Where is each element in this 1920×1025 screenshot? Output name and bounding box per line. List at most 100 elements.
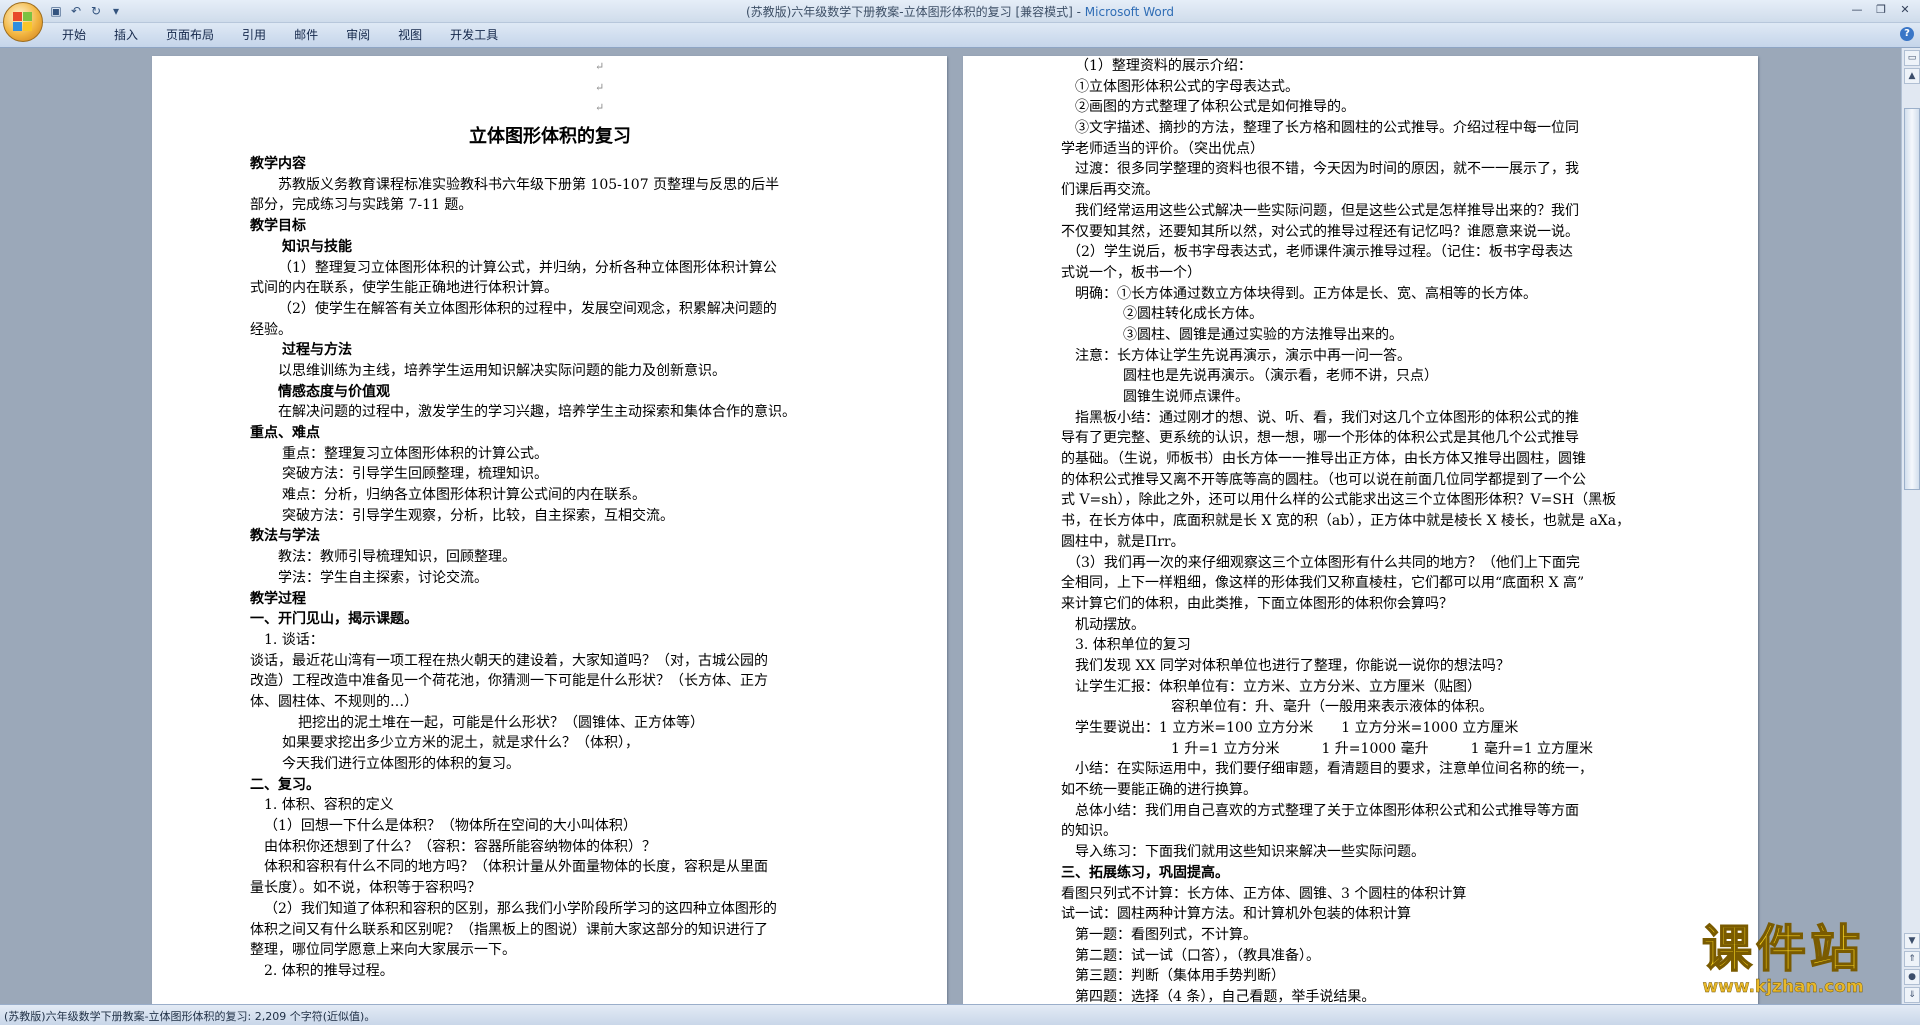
text-line: 知识与技能 bbox=[282, 238, 352, 255]
tab-page-layout[interactable]: 页面布局 bbox=[152, 27, 228, 43]
text-line: 情感态度与价值观 bbox=[278, 383, 390, 400]
minimize-icon[interactable]: — bbox=[1846, 1, 1868, 19]
text-line: 教法与学法 bbox=[250, 528, 320, 545]
next-page-icon[interactable]: ⇓ bbox=[1904, 987, 1920, 1003]
text-line: 苏教版义务教育课程标准实验教科书六年级下册第 105-107 页整理与反思的后半 bbox=[278, 176, 780, 193]
text-line: 指黑板小结：通过刚才的想、说、听、看，我们对这几个立体图形的体积公式的推 bbox=[1075, 409, 1579, 426]
text-line: ②画图的方式整理了体积公式是如何推导的。 bbox=[1075, 99, 1355, 116]
text-line: 改造）工程改造中准备见一个荷花池，你猜测一下可能是什么形状？（长方体、正方 bbox=[250, 673, 768, 690]
close-icon[interactable]: ✕ bbox=[1894, 1, 1916, 19]
tab-review[interactable]: 审阅 bbox=[332, 27, 384, 43]
tab-insert[interactable]: 插入 bbox=[100, 27, 152, 43]
maximize-icon[interactable]: ❐ bbox=[1870, 1, 1892, 19]
office-button[interactable] bbox=[3, 2, 43, 42]
watermark-logo: 课件站 www.kjzhan.com bbox=[1668, 920, 1898, 1001]
text-line: （1）整理资料的展示介绍： bbox=[1075, 58, 1252, 74]
scroll-down-icon[interactable]: ▼ bbox=[1904, 933, 1920, 949]
text-line: （3）我们再一次的来仔细观察这三个立体图形有什么共同的地方？（他们上下面完 bbox=[1067, 554, 1580, 571]
document-page-right: （1）整理资料的展示介绍： ①立体图形体积公式的字母表达式。 ②画图的方式整理了… bbox=[963, 56, 1758, 1005]
text-line: ③文字描述、摘抄的方法，整理了长方格和圆柱的公式推导。介绍过程中每一位同 bbox=[1075, 120, 1579, 137]
text-line: 圆柱也是先说再演示。（演示看，老师不讲，只点） bbox=[1123, 368, 1438, 385]
text-line: 学老师适当的评价。（突出优点） bbox=[1061, 140, 1264, 157]
text-line: 我们经常运用这些公式解决一些实际问题，但是这些公式是怎样推导出来的？我们 bbox=[1075, 202, 1579, 219]
text-line: 二、复习。 bbox=[250, 776, 320, 793]
help-icon[interactable]: ? bbox=[1900, 27, 1914, 41]
text-line: 部分，完成练习与实践第 7-11 题。 bbox=[250, 197, 473, 214]
text-line: 注意：长方体让学生先说再演示，演示中再一问一答。 bbox=[1075, 347, 1411, 364]
scrollbar-thumb[interactable] bbox=[1904, 108, 1920, 490]
text-line: 学法：学生自主探索，讨论交流。 bbox=[278, 569, 488, 586]
text-line: 1 升=1 立方分米 1 升=1000 毫升 1 毫升=1 立方厘米 bbox=[1171, 740, 1594, 757]
ruler-toggle-icon[interactable]: ▭ bbox=[1904, 50, 1920, 66]
text-line: 以思维训练为主线，培养学生运用知识解决实际问题的能力及创新意识。 bbox=[278, 362, 726, 379]
text-line: 容积单位有：升、毫升（一般用来表示液体的体积。 bbox=[1171, 699, 1493, 716]
status-bar: (苏教版)六年级数学下册教案-立体图形体积的复习: 2,209 个字符(近似值)… bbox=[0, 1004, 1920, 1025]
text-line: 导有了更完整、更系统的认识，想一想，哪一个形体的体积公式是其他几个公式推导 bbox=[1061, 430, 1579, 447]
text-line: 今天我们进行立体图形的体积的复习。 bbox=[282, 756, 520, 772]
text-line: （2）使学生在解答有关立体图形体积的过程中，发展空间观念，积累解决问题的 bbox=[278, 300, 777, 317]
text-line: 学生要说出：1 立方米=100 立方分米 1 立方分米=1000 立方厘米 bbox=[1075, 720, 1519, 736]
document-heading: 立体图形体积的复习 bbox=[469, 126, 631, 148]
ribbon-tab-bar: 开始 插入 页面布局 引用 邮件 审阅 视图 开发工具 ? bbox=[0, 23, 1920, 48]
window-controls: — ❐ ✕ bbox=[1846, 1, 1916, 19]
text-line: （1）回想一下什么是体积？（物体所在空间的大小叫体积） bbox=[264, 818, 637, 835]
text-line: 突破方法：引导学生回顾整理，梳理知识。 bbox=[282, 466, 548, 483]
vertical-scrollbar[interactable]: ▭ ▲ ▼ ⇑ ● ⇓ bbox=[1901, 48, 1920, 1005]
text-line: 第二题：试一试（口答），（教具准备）。 bbox=[1075, 947, 1320, 964]
text-line: 小结：在实际运用中，我们要仔细审题，看清题目的要求，注意单位间名称的统一， bbox=[1075, 761, 1593, 778]
window-title: (苏教版)六年级数学下册教案-立体图形体积的复习 [兼容模式] - Micros… bbox=[0, 3, 1920, 20]
text-line: 教法：教师引导梳理知识，回顾整理。 bbox=[278, 549, 516, 566]
text-line: 式 V=sh），除此之外，还可以用什么样的公式能求出这三个立体图形体积？V=SH… bbox=[1061, 492, 1617, 509]
text-line: 谈话，最近花山湾有一项工程在热火朝天的建设着，大家知道吗？（对，古城公园的 bbox=[250, 652, 768, 669]
watermark-url: www.kjzhan.com bbox=[1702, 977, 1864, 997]
text-line: 的基础。（生说，师板书）由长方体一一推导出正方体，由长方体又推导出圆柱，圆锥 bbox=[1061, 451, 1586, 468]
text-line: 第一题：看图列式，不计算。 bbox=[1075, 926, 1257, 943]
document-page-left: ↵ ↵ ↵ 立体图形体积的复习 教学内容 苏教版义务教育课程标准实验教科书六年级… bbox=[152, 56, 947, 1005]
office-logo-icon bbox=[13, 12, 33, 32]
text-line: 重点、难点 bbox=[250, 425, 320, 441]
tab-home[interactable]: 开始 bbox=[48, 27, 100, 43]
text-line: 3. 体积单位的复习 bbox=[1075, 637, 1191, 654]
tab-view[interactable]: 视图 bbox=[384, 27, 436, 43]
text-line: 如果要求挖出多少立方米的泥土，就是求什么？（体积）， bbox=[282, 735, 639, 752]
status-text: (苏教版)六年级数学下册教案-立体图形体积的复习: 2,209 个字符(近似值)… bbox=[4, 1010, 376, 1023]
text-line: 的知识。 bbox=[1061, 823, 1117, 840]
text-line: 的体积公式推导又离不开等底等高的圆柱。（也可以说在前面几位同学都提到了一个公 bbox=[1061, 471, 1586, 488]
text-line: 如不统一要能正确的进行换算。 bbox=[1061, 782, 1257, 799]
text-line: 整理，哪位同学愿意上来向大家展示一下。 bbox=[250, 942, 516, 959]
page-content-left: ↵ ↵ ↵ 立体图形体积的复习 教学内容 苏教版义务教育课程标准实验教科书六年级… bbox=[250, 56, 850, 982]
previous-page-icon[interactable]: ⇑ bbox=[1904, 951, 1920, 967]
text-line: 体积和容积有什么不同的地方吗？（体积计量从外面量物体的长度，容积是从里面 bbox=[264, 859, 768, 876]
text-line: 由体积你还想到了什么？（容积：容器所能容纳物体的体积）？ bbox=[264, 838, 656, 855]
text-line: 第四题：选择（4 条），自己看题，举手说结果。 bbox=[1075, 988, 1376, 1005]
select-browse-object-icon[interactable]: ● bbox=[1904, 969, 1920, 985]
text-line: 来计算它们的体积，由此类推，下面立体图形的体积你会算吗？ bbox=[1061, 595, 1453, 612]
text-line: 总体小结：我们用自己喜欢的方式整理了关于立体图形体积公式和公式推导等方面 bbox=[1075, 802, 1579, 819]
scroll-up-icon[interactable]: ▲ bbox=[1904, 68, 1920, 84]
text-line: 体积之间又有什么联系和区别呢？（指黑板上的图说）课前大家这部分的知识进行了 bbox=[250, 921, 768, 938]
text-line: 体、圆柱体、不规则的…） bbox=[250, 693, 418, 710]
text-line: 2. 体积的推导过程。 bbox=[264, 962, 394, 979]
text-line: 第三题：判断（集体用手势判断） bbox=[1075, 968, 1285, 985]
text-line: 试一试：圆柱两种计算方法。和计算机外包装的体积计算 bbox=[1061, 906, 1411, 923]
text-line: 三、拓展练习，巩固提高。 bbox=[1061, 864, 1229, 881]
text-line: 教学内容 bbox=[250, 156, 306, 173]
text-line: 难点：分析，归纳各立体图形体积计算公式间的内在联系。 bbox=[282, 487, 646, 504]
text-line: 式间的内在联系，使学生能正确地进行体积计算。 bbox=[250, 280, 558, 297]
watermark-title: 课件站 bbox=[1701, 920, 1864, 978]
text-line: 经验。 bbox=[250, 321, 292, 338]
page-content-right: （1）整理资料的展示介绍： ①立体图形体积公式的字母表达式。 ②画图的方式整理了… bbox=[1061, 56, 1661, 1005]
tab-developer[interactable]: 开发工具 bbox=[436, 27, 512, 43]
tab-references[interactable]: 引用 bbox=[228, 27, 280, 43]
text-line: 一、开门见山，揭示课题。 bbox=[250, 611, 418, 628]
text-line: 在解决问题的过程中，激发学生的学习兴趣，培养学生主动探索和集体合作的意识。 bbox=[278, 404, 796, 421]
text-line: 1. 谈话： bbox=[264, 631, 324, 648]
document-workspace: ↵ ↵ ↵ 立体图形体积的复习 教学内容 苏教版义务教育课程标准实验教科书六年级… bbox=[0, 48, 1902, 1005]
text-line: （1）整理复习立体图形体积的计算公式，并归纳，分析各种立体图形体积计算公 bbox=[278, 259, 777, 276]
text-line: 过渡：很多同学整理的资料也很不错，今天因为时间的原因，就不一一展示了，我 bbox=[1075, 161, 1579, 178]
text-line: 们课后再交流。 bbox=[1061, 182, 1159, 199]
app-name: Microsoft Word bbox=[1084, 5, 1175, 19]
text-line: 突破方法：引导学生观察，分析，比较，自主探索，互相交流。 bbox=[282, 507, 674, 524]
text-line: 圆柱中，就是Πrr。 bbox=[1061, 533, 1185, 550]
tab-mailings[interactable]: 邮件 bbox=[280, 27, 332, 43]
